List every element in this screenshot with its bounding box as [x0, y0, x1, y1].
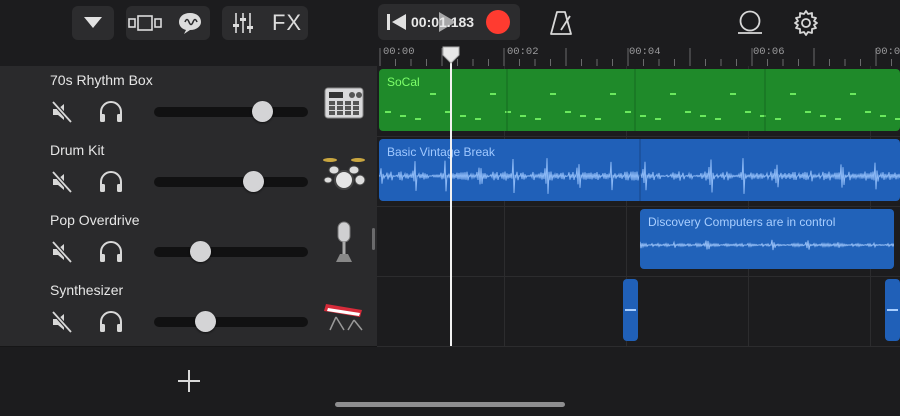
mixer-fx-group: FX	[222, 6, 308, 40]
speaker-muted-icon	[51, 100, 73, 124]
transport-controls: 00:01.183	[378, 4, 520, 40]
audio-waveform	[887, 309, 898, 311]
playhead-handle-icon[interactable]	[442, 46, 460, 64]
mixer-icon	[233, 13, 253, 33]
metronome-icon	[550, 11, 572, 35]
headphones-icon	[100, 171, 122, 192]
top-toolbar: FX 00:01.183	[0, 0, 900, 46]
view-toggle-group	[126, 6, 210, 40]
home-indicator	[335, 402, 565, 407]
time-display: 00:01.183	[411, 14, 475, 30]
speaker-muted-icon	[51, 310, 73, 334]
fx-label: FX	[271, 10, 303, 35]
arrangement-area: 00:00 00:02 00:04 00:06 00:08 SoCal Basic Vin…	[377, 46, 900, 416]
volume-slider-thumb[interactable]	[190, 241, 211, 262]
loops-speech-icon	[179, 13, 201, 34]
track-header[interactable]: Pop Overdrive	[0, 206, 377, 277]
drum-kit-icon	[323, 158, 366, 190]
mute-button[interactable]	[50, 170, 74, 194]
skip-back-button[interactable]	[386, 12, 408, 32]
metronome-button[interactable]	[548, 10, 574, 36]
speaker-muted-icon	[51, 170, 73, 194]
volume-slider-thumb[interactable]	[252, 101, 273, 122]
drum-machine-icon	[324, 87, 364, 119]
headphones-icon	[100, 101, 122, 122]
ruler-time-label: 00:04	[629, 46, 661, 58]
track-header[interactable]: 70s Rhythm Box	[0, 66, 377, 137]
track-name: Synthesizer	[50, 282, 124, 298]
settings-gear-icon	[794, 10, 818, 36]
track-name: Pop Overdrive	[50, 212, 140, 228]
microphone-icon	[336, 221, 352, 262]
record-button[interactable]	[486, 10, 510, 34]
volume-slider[interactable]	[154, 317, 308, 327]
audio-region[interactable]	[885, 279, 900, 341]
instrument-button[interactable]	[322, 150, 366, 194]
add-track-button[interactable]	[176, 368, 202, 394]
track-header[interactable]: Drum Kit	[0, 136, 377, 207]
chevron-down-icon	[84, 17, 102, 28]
solo-headphones-button[interactable]	[98, 310, 124, 334]
volume-slider[interactable]	[154, 247, 308, 257]
plus-icon	[178, 370, 200, 392]
instrument-button[interactable]	[322, 290, 366, 334]
audio-region[interactable]: Basic Vintage Break	[379, 139, 900, 201]
ruler-time-label: 00:08	[875, 46, 900, 58]
midi-region[interactable]: SoCal	[379, 69, 900, 131]
fx-button[interactable]: FX	[266, 6, 308, 40]
headphones-icon	[100, 241, 122, 262]
volume-slider-thumb[interactable]	[243, 171, 264, 192]
volume-slider[interactable]	[154, 107, 308, 117]
volume-slider-thumb[interactable]	[195, 311, 216, 332]
track-name: 70s Rhythm Box	[50, 72, 153, 88]
audio-waveform	[625, 309, 636, 311]
volume-slider[interactable]	[154, 177, 308, 187]
track-header[interactable]: Synthesizer	[0, 276, 377, 347]
audio-region[interactable]: Discovery Computers are in control	[640, 209, 894, 269]
settings-button[interactable]	[792, 9, 820, 37]
ruler-time-label: 00:02	[507, 46, 539, 58]
audio-waveform	[379, 139, 900, 201]
track-lane[interactable]	[377, 276, 900, 347]
skip-back-icon	[387, 14, 406, 30]
solo-headphones-button[interactable]	[98, 170, 124, 194]
ruler-time-label: 00:00	[383, 46, 415, 58]
keyboard-synth-icon	[324, 304, 363, 331]
loop-browser-icon	[738, 10, 762, 34]
mixer-button[interactable]	[222, 6, 264, 40]
mute-button[interactable]	[50, 100, 74, 124]
instrument-button[interactable]	[322, 80, 366, 124]
speaker-muted-icon	[51, 240, 73, 264]
panel-resize-handle[interactable]	[372, 228, 375, 250]
mute-button[interactable]	[50, 310, 74, 334]
midi-notes	[385, 69, 900, 131]
solo-headphones-button[interactable]	[98, 240, 124, 264]
solo-headphones-button[interactable]	[98, 100, 124, 124]
audio-region[interactable]	[623, 279, 638, 341]
loop-browser-button[interactable]	[736, 10, 764, 36]
ruler-time-label: 00:06	[753, 46, 785, 58]
playhead-line[interactable]	[450, 54, 452, 346]
track-name: Drum Kit	[50, 142, 105, 158]
tracks-view-icon	[128, 15, 162, 31]
mute-button[interactable]	[50, 240, 74, 264]
audio-waveform	[640, 239, 894, 251]
browser-dropdown-button[interactable]	[72, 6, 114, 40]
tracks-view-button[interactable]	[126, 6, 168, 40]
headphones-icon	[100, 311, 122, 332]
loops-button[interactable]	[170, 6, 210, 40]
track-headers-panel: 70s Rhythm Box Drum Kit Pop Overdrive Synth…	[0, 46, 377, 416]
instrument-button[interactable]	[322, 220, 366, 264]
